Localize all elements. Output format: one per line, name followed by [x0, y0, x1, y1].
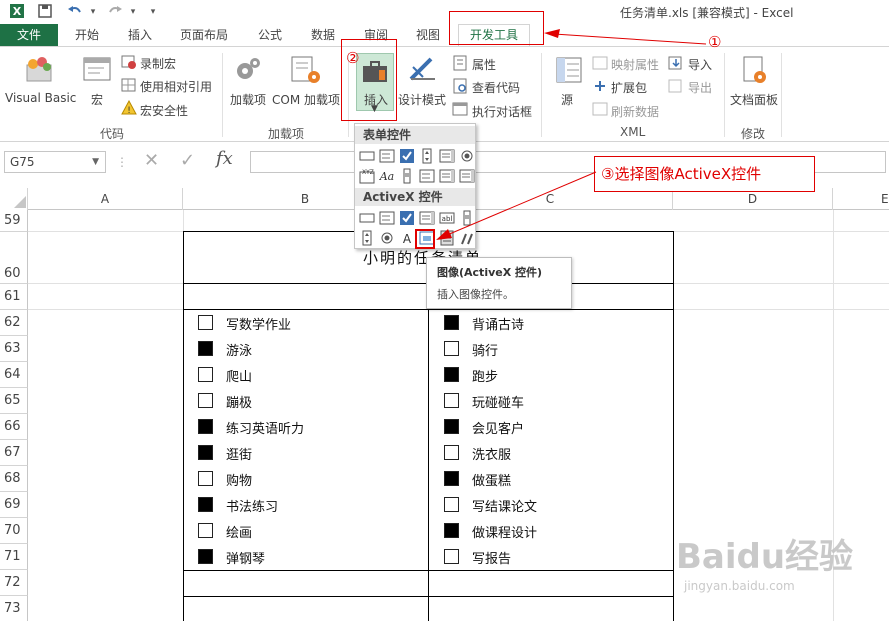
- watermark-url: jingyan.baidu.com: [683, 579, 795, 593]
- baidu-watermark: Baidu经验 jingyan.baidu.com: [676, 528, 876, 608]
- watermark-text: Baidu经验: [676, 537, 853, 577]
